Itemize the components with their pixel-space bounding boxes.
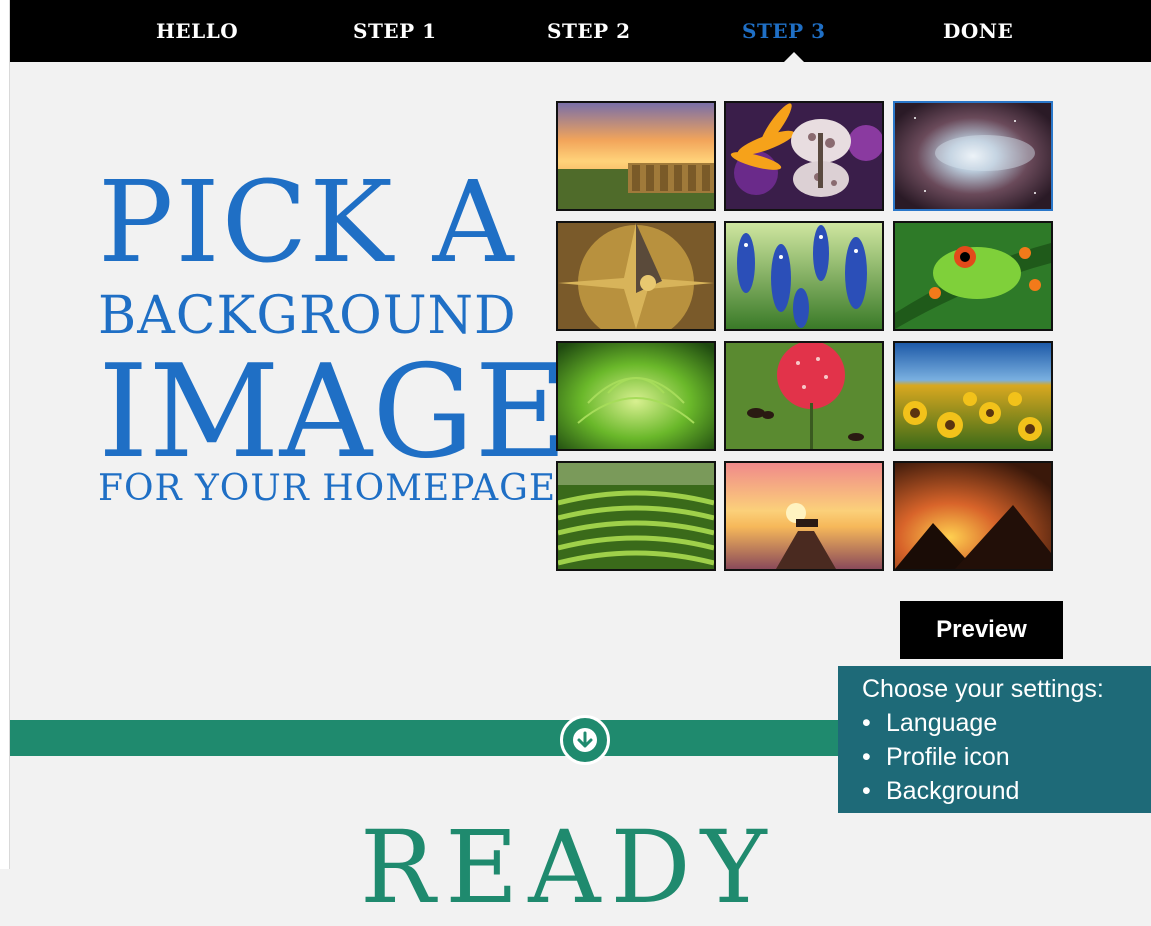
thumbnail-butterfly-flower[interactable] <box>724 101 884 211</box>
tooltip-item-background: Background <box>862 774 1151 808</box>
settings-tooltip: Choose your settings: Language Profile i… <box>838 666 1151 813</box>
scroll-down-button[interactable] <box>560 715 610 765</box>
step-navigation-bar: HELLO STEP 1 STEP 2 STEP 3 DONE <box>10 0 1151 63</box>
thumbnail-ants-strawberry[interactable] <box>724 341 884 451</box>
thumbnail-sunflower-field[interactable] <box>893 341 1053 451</box>
thumbnail-sundial-compass[interactable] <box>556 221 716 331</box>
preview-button[interactable]: Preview <box>900 601 1063 659</box>
headline-background: BACKGROUND <box>98 286 517 346</box>
tooltip-title: Choose your settings: <box>862 675 1104 703</box>
tooltip-item-profile-icon: Profile icon <box>862 740 1151 774</box>
nav-step-2[interactable]: STEP 2 <box>547 19 631 43</box>
headline-image: IMAGE <box>98 338 568 487</box>
ready-heading: READY <box>360 809 777 926</box>
arrow-down-icon <box>573 728 597 752</box>
headline-for-your-homepage: FOR YOUR HOMEPAGE <box>98 468 557 509</box>
thumbnail-hay-bales-sunset[interactable] <box>556 101 716 211</box>
thumbnail-nebula-space[interactable] <box>893 101 1053 211</box>
active-step-indicator <box>783 52 805 63</box>
thumbnail-pyramids-sunset[interactable] <box>893 461 1053 571</box>
headline-pick-a: PICK A <box>98 158 516 288</box>
thumbnail-green-succulent[interactable] <box>556 341 716 451</box>
thumbnail-tree-frog[interactable] <box>893 221 1053 331</box>
window-left-edge <box>0 0 10 869</box>
nav-step-done[interactable]: DONE <box>943 19 1013 43</box>
tooltip-item-language: Language <box>862 706 1151 740</box>
background-image-grid <box>556 101 1054 571</box>
tooltip-list: Language Profile icon Background <box>862 706 1151 808</box>
thumbnail-pier-sunset[interactable] <box>724 461 884 571</box>
thumbnail-tea-terraces[interactable] <box>556 461 716 571</box>
nav-step-1[interactable]: STEP 1 <box>353 19 437 43</box>
thumbnail-bluebonnets[interactable] <box>724 221 884 331</box>
nav-step-3[interactable]: STEP 3 <box>742 19 826 43</box>
nav-step-hello[interactable]: HELLO <box>156 19 238 43</box>
